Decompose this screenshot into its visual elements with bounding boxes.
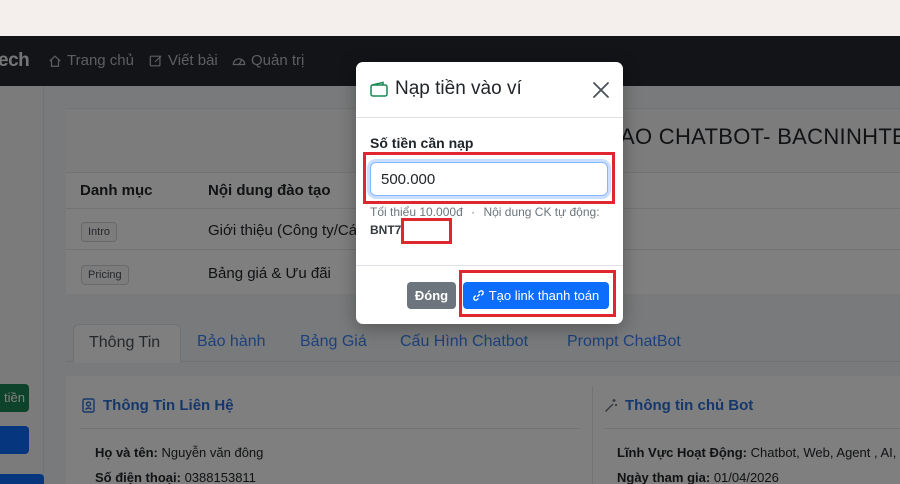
browser-top-strip — [0, 0, 900, 30]
link-icon — [472, 290, 484, 301]
deposit-modal: Nạp tiền vào ví Số tiền cần nạp Tối thiể… — [356, 62, 623, 324]
hint-minimum: Tối thiểu 10.000đ — [370, 205, 463, 219]
create-payment-link-button[interactable]: Tạo link thanh toán — [463, 282, 609, 309]
amount-label: Số tiền cần nạp — [370, 135, 474, 151]
close-button[interactable]: Đóng — [407, 282, 456, 309]
modal-title: Nạp tiền vào ví — [395, 78, 522, 99]
hint-auto-content: Nội dung CK tự động: — [483, 205, 600, 219]
transfer-code: BNT7 — [370, 223, 402, 237]
amount-hint: Tối thiểu 10.000đ · Nội dung CK tự động:… — [370, 203, 610, 239]
close-icon[interactable] — [590, 79, 612, 101]
amount-input[interactable] — [370, 162, 608, 196]
wallet-icon — [370, 81, 388, 97]
button-label: Tạo link thanh toán — [488, 288, 600, 303]
hint-separator: · — [471, 205, 476, 219]
modal-header: Nạp tiền vào ví — [356, 62, 623, 118]
